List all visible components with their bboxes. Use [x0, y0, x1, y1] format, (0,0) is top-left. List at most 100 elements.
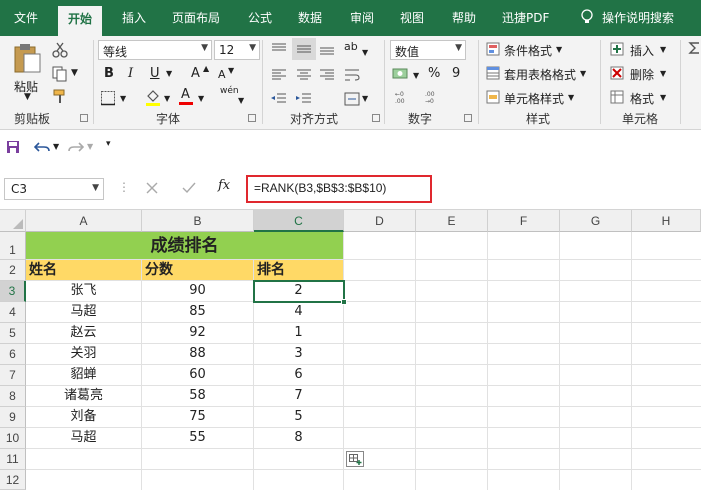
tab-help[interactable]: 帮助	[452, 9, 476, 26]
save-icon[interactable]	[6, 140, 20, 154]
font-size-select[interactable]: 12 ▼	[214, 40, 260, 60]
name-cell[interactable]: 赵云	[26, 323, 142, 344]
name-cell[interactable]: 诸葛亮	[26, 386, 142, 407]
orientation-button[interactable]: ab	[344, 40, 358, 53]
font-name-select[interactable]: 等线 ▼	[98, 40, 212, 60]
redo-icon[interactable]	[68, 140, 84, 154]
rank-cell[interactable]: 7	[254, 386, 344, 407]
delete-cells-dropdown-icon[interactable]: ▼	[660, 69, 666, 78]
merge-dropdown-icon[interactable]: ▼	[362, 94, 368, 103]
tell-me-search[interactable]: 操作说明搜索	[602, 9, 674, 26]
underline-dropdown-icon[interactable]: ▼	[166, 69, 172, 78]
row-header-7[interactable]: 7	[0, 365, 26, 386]
phonetic-dropdown-icon[interactable]: ▼	[238, 96, 244, 105]
align-middle-icon[interactable]	[295, 42, 313, 56]
score-cell[interactable]: 88	[142, 344, 254, 365]
insert-cells-dropdown-icon[interactable]: ▼	[660, 45, 666, 54]
border-dropdown-icon[interactable]: ▼	[120, 94, 126, 103]
formula-input[interactable]: =RANK(B3,$B$3:$B$10)	[246, 175, 432, 203]
score-cell[interactable]: 90	[142, 281, 254, 302]
undo-dropdown-icon[interactable]: ▼	[53, 142, 59, 151]
column-header-g[interactable]: G	[560, 210, 632, 232]
tab-view[interactable]: 视图	[400, 9, 424, 26]
score-cell[interactable]: 58	[142, 386, 254, 407]
tab-review[interactable]: 审阅	[350, 9, 374, 26]
delete-cells-button[interactable]: 删除	[630, 66, 654, 83]
name-cell[interactable]: 关羽	[26, 344, 142, 365]
row-header-5[interactable]: 5	[0, 323, 26, 344]
cut-icon[interactable]	[52, 42, 68, 58]
row-header-6[interactable]: 6	[0, 344, 26, 365]
select-all-corner[interactable]	[0, 210, 26, 232]
tab-home[interactable]: 开始	[58, 6, 103, 36]
align-right-icon[interactable]	[318, 68, 336, 82]
conditional-format-button[interactable]: 条件格式	[504, 42, 552, 59]
rank-cell[interactable]: 5	[254, 407, 344, 428]
rank-cell[interactable]: 3	[254, 344, 344, 365]
column-header-f[interactable]: F	[488, 210, 560, 232]
row-header-10[interactable]: 10	[0, 428, 26, 449]
align-left-icon[interactable]	[270, 68, 288, 82]
merge-center-icon[interactable]	[344, 92, 360, 106]
name-cell[interactable]: 刘备	[26, 407, 142, 428]
percent-button[interactable]: %	[428, 66, 440, 81]
score-cell[interactable]: 85	[142, 302, 254, 323]
cell-styles-button[interactable]: 单元格样式	[504, 90, 564, 107]
insert-cells-button[interactable]: 插入	[630, 42, 654, 59]
rank-cell[interactable]: 6	[254, 365, 344, 386]
row-header-11[interactable]: 11	[0, 449, 26, 470]
increase-decimal-icon[interactable]: ←0.00	[394, 90, 416, 104]
insert-function-icon[interactable]: fx	[218, 178, 230, 193]
font-color-dropdown-icon[interactable]: ▼	[198, 94, 204, 103]
border-icon[interactable]	[100, 90, 116, 106]
tab-xunjie-pdf[interactable]: 迅捷PDF	[502, 9, 549, 26]
format-painter-icon[interactable]	[52, 88, 68, 104]
decrease-indent-icon[interactable]	[270, 92, 288, 106]
editing-sigma-icon[interactable]	[688, 42, 700, 54]
column-header-c[interactable]: C	[254, 210, 344, 232]
score-cell[interactable]: 55	[142, 428, 254, 449]
underline-button[interactable]: U	[150, 66, 160, 81]
comma-style-button[interactable]: 9	[452, 66, 460, 81]
row-header-8[interactable]: 8	[0, 386, 26, 407]
wrap-text-icon[interactable]	[344, 68, 360, 82]
bold-button[interactable]: B	[104, 66, 114, 81]
cell-styles-dropdown-icon[interactable]: ▼	[568, 93, 574, 102]
fill-color-icon[interactable]	[144, 88, 162, 106]
tab-formulas[interactable]: 公式	[248, 9, 272, 26]
row-header-2[interactable]: 2	[0, 260, 26, 281]
format-as-table-button[interactable]: 套用表格格式	[504, 66, 576, 83]
title-cell[interactable]: 成绩排名	[26, 232, 344, 260]
format-cells-button[interactable]: 格式	[630, 90, 654, 107]
format-cells-dropdown-icon[interactable]: ▼	[660, 93, 666, 102]
tab-insert[interactable]: 插入	[122, 9, 146, 26]
confirm-entry-icon[interactable]	[182, 182, 196, 194]
fill-handle[interactable]	[341, 299, 347, 305]
name-cell[interactable]: 马超	[26, 428, 142, 449]
rank-cell[interactable]: 1	[254, 323, 344, 344]
paste-icon[interactable]	[12, 42, 42, 74]
rank-cell[interactable]: 4	[254, 302, 344, 323]
column-header-b[interactable]: B	[142, 210, 254, 232]
alignment-launcher-icon[interactable]	[372, 114, 380, 122]
score-cell[interactable]: 60	[142, 365, 254, 386]
align-top-icon[interactable]	[270, 42, 288, 56]
column-header-a[interactable]: A	[26, 210, 142, 232]
currency-dropdown-icon[interactable]: ▼	[413, 71, 419, 80]
column-header-d[interactable]: D	[344, 210, 416, 232]
score-cell[interactable]: 75	[142, 407, 254, 428]
header-rank-cell[interactable]: 排名	[254, 260, 344, 281]
column-header-e[interactable]: E	[416, 210, 488, 232]
paste-dropdown-icon[interactable]: ▼	[24, 92, 31, 102]
tab-page-layout[interactable]: 页面布局	[172, 9, 220, 26]
undo-icon[interactable]	[34, 140, 50, 154]
row-header-3[interactable]: 3	[0, 281, 26, 302]
name-cell[interactable]: 张飞	[26, 281, 142, 302]
autofill-options-button[interactable]	[346, 451, 364, 467]
conditional-format-dropdown-icon[interactable]: ▼	[556, 45, 562, 54]
orientation-dropdown-icon[interactable]: ▼	[362, 48, 368, 57]
decrease-decimal-icon[interactable]: .00→0	[424, 90, 446, 104]
rank-cell[interactable]: 8	[254, 428, 344, 449]
clipboard-launcher-icon[interactable]	[80, 114, 88, 122]
number-launcher-icon[interactable]	[464, 114, 472, 122]
